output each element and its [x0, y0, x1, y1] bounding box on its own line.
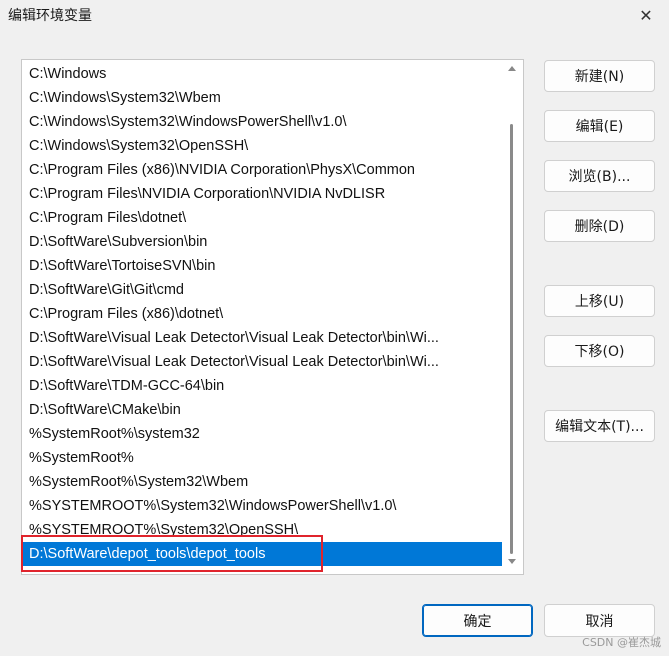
list-item[interactable]: D:\SoftWare\Visual Leak Detector\Visual …	[22, 326, 502, 350]
list-item[interactable]: C:\Windows\System32\WindowsPowerShell\v1…	[22, 110, 502, 134]
move-up-button[interactable]: 上移(U)	[544, 285, 655, 317]
scroll-up-arrow-icon[interactable]	[508, 66, 516, 71]
list-item[interactable]: %SystemRoot%\system32	[22, 422, 502, 446]
list-item[interactable]: D:\SoftWare\Subversion\bin	[22, 230, 502, 254]
path-list: C:\Windows C:\Windows\System32\Wbem C:\Win…	[22, 62, 502, 566]
list-item[interactable]: D:\SoftWare\TortoiseSVN\bin	[22, 254, 502, 278]
list-item[interactable]: C:\Program Files (x86)\NVIDIA Corporatio…	[22, 158, 502, 182]
delete-button[interactable]: 删除(D)	[544, 210, 655, 242]
watermark: CSDN @崔杰城	[582, 636, 661, 649]
list-item[interactable]: D:\SoftWare\Git\Git\cmd	[22, 278, 502, 302]
move-down-button[interactable]: 下移(O)	[544, 335, 655, 367]
list-item[interactable]: %SYSTEMROOT%\System32\WindowsPowerShell\…	[22, 494, 502, 518]
title-bar: 编辑环境变量 ✕	[0, 0, 669, 32]
edit-button[interactable]: 编辑(E)	[544, 110, 655, 142]
list-item[interactable]: C:\Windows\System32\OpenSSH\	[22, 134, 502, 158]
list-item[interactable]: %SYSTEMROOT%\System32\OpenSSH\	[22, 518, 502, 542]
path-listbox[interactable]: C:\Windows C:\Windows\System32\Wbem C:\Win…	[21, 59, 524, 575]
list-item[interactable]: %SystemRoot%	[22, 446, 502, 470]
scroll-thumb[interactable]	[510, 124, 513, 554]
scroll-down-arrow-icon[interactable]	[508, 559, 516, 564]
list-item[interactable]: D:\SoftWare\TDM-GCC-64\bin	[22, 374, 502, 398]
list-item[interactable]: C:\Program Files\dotnet\	[22, 206, 502, 230]
list-item[interactable]: D:\SoftWare\depot_tools\depot_tools	[22, 542, 502, 566]
new-button[interactable]: 新建(N)	[544, 60, 655, 92]
list-item[interactable]: %SystemRoot%\System32\Wbem	[22, 470, 502, 494]
list-item[interactable]: C:\Program Files\NVIDIA Corporation\NVID…	[22, 182, 502, 206]
list-item[interactable]: C:\Windows\System32\Wbem	[22, 86, 502, 110]
edit-text-button[interactable]: 编辑文本(T)...	[544, 410, 655, 442]
cancel-button[interactable]: 取消	[544, 604, 655, 637]
list-item[interactable]: D:\SoftWare\Visual Leak Detector\Visual …	[22, 350, 502, 374]
close-icon: ✕	[639, 5, 653, 25]
browse-button[interactable]: 浏览(B)...	[544, 160, 655, 192]
close-button[interactable]: ✕	[623, 0, 669, 30]
vertical-scrollbar[interactable]	[507, 64, 517, 564]
list-item[interactable]: D:\SoftWare\CMake\bin	[22, 398, 502, 422]
ok-button[interactable]: 确定	[422, 604, 533, 637]
window-title: 编辑环境变量	[8, 8, 92, 24]
list-item[interactable]: C:\Windows	[22, 62, 502, 86]
list-item[interactable]: C:\Program Files (x86)\dotnet\	[22, 302, 502, 326]
